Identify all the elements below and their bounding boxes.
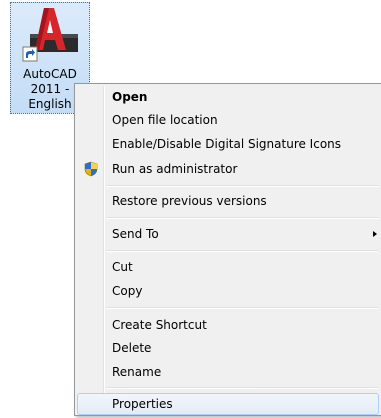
menu-item-run-as-administrator[interactable]: Run as administrator [77,158,379,180]
menu-item-label: Send To [112,227,159,241]
menu-separator [106,307,378,309]
autocad-icon [22,8,78,62]
context-menu: Open Open file location Enable/Disable D… [74,83,381,416]
menu-item-send-to[interactable]: Send To [77,223,379,245]
menu-item-restore-previous-versions[interactable]: Restore previous versions [77,190,379,212]
menu-separator [106,387,378,389]
menu-separator [106,217,378,219]
menu-item-digital-signature-icons[interactable]: Enable/Disable Digital Signature Icons [77,133,379,155]
menu-item-label: Properties [112,397,173,411]
menu-item-label: Create Shortcut [112,318,207,332]
menu-item-open[interactable]: Open [77,86,379,108]
menu-item-rename[interactable]: Rename [77,361,379,383]
menu-item-label: Open file location [112,113,218,127]
menu-separator [106,250,378,252]
menu-separator [106,185,378,187]
menu-item-label: Restore previous versions [112,194,267,208]
menu-item-label: Rename [112,365,162,379]
chevron-right-icon [373,231,377,237]
menu-item-label: Open [112,90,148,104]
menu-item-label: Run as administrator [112,162,238,176]
menu-item-label: Enable/Disable Digital Signature Icons [112,137,342,151]
menu-item-cut[interactable]: Cut [77,256,379,278]
menu-item-properties[interactable]: Properties [77,393,379,415]
menu-item-label: Copy [112,284,143,298]
menu-item-open-file-location[interactable]: Open file location [77,109,379,131]
menu-item-create-shortcut[interactable]: Create Shortcut [77,314,379,336]
menu-item-label: Cut [112,260,133,274]
menu-item-delete[interactable]: Delete [77,337,379,359]
shield-icon [84,161,98,177]
menu-item-copy[interactable]: Copy [77,280,379,302]
menu-item-label: Delete [112,341,152,355]
